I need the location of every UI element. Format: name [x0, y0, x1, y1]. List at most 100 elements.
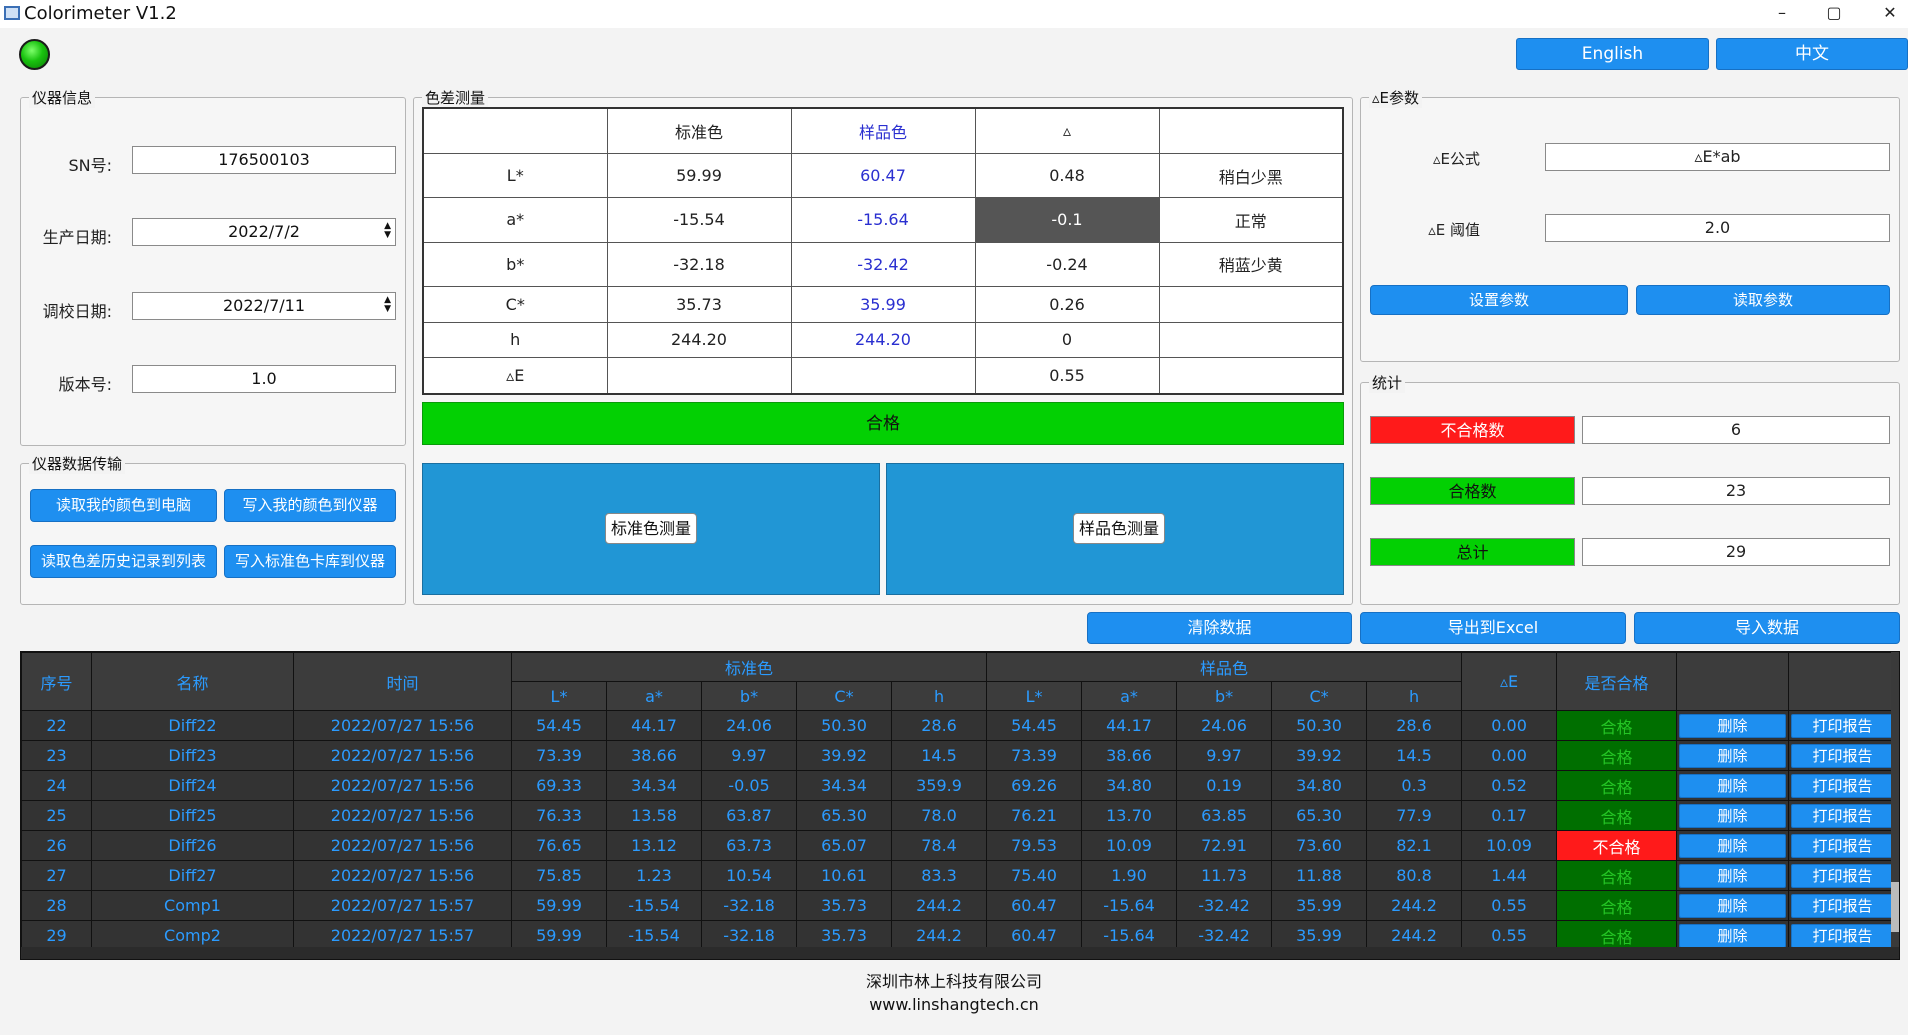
delta-value[interactable]: 0.48: [974, 152, 1160, 199]
table-cell: 244.2: [890, 890, 988, 921]
table-row[interactable]: 28 Comp1 2022/07/27 15:57 59.99 -15.54 -32.18…: [21, 890, 1898, 921]
table-row[interactable]: 25 Diff25 2022/07/27 15:56 76.33 13.58 63.87 6…: [21, 800, 1898, 831]
col-no[interactable]: 序号: [21, 652, 92, 711]
table-cell: 29: [21, 920, 92, 951]
de-threshold-field[interactable]: 2.0: [1545, 214, 1890, 242]
delta-value[interactable]: 0: [974, 321, 1160, 359]
delete-row-button[interactable]: 删除: [1679, 803, 1787, 828]
chinese-button[interactable]: 中文: [1716, 38, 1908, 70]
print-report-button[interactable]: 打印报告: [1791, 803, 1895, 828]
minimize-button[interactable]: –: [1762, 2, 1802, 24]
pass-status-cell: 合格: [1556, 890, 1678, 921]
col-smp-b[interactable]: b*: [1176, 681, 1273, 711]
table-row[interactable]: 24 Diff24 2022/07/27 15:56 69.33 34.34 -0.05 3…: [21, 770, 1898, 801]
read-colors-button[interactable]: 读取我的颜色到电脑: [30, 489, 217, 522]
calibration-date-field[interactable]: 2022/7/11 ▲ ▼: [132, 292, 396, 320]
history-grid[interactable]: 序号 名称 时间 标准色 样品色 ▵E 是否合格 L* a* b* C* h L…: [20, 651, 1900, 960]
delete-row-button[interactable]: 删除: [1679, 773, 1787, 798]
table-row[interactable]: 22 Diff22 2022/07/27 15:56 54.45 44.17 24.06 5…: [21, 710, 1898, 741]
sample-value: [790, 357, 976, 395]
date-spinner-icon[interactable]: ▲ ▼: [384, 222, 391, 240]
col-std-a[interactable]: a*: [606, 681, 702, 711]
sample-measure-button[interactable]: 样品色测量: [1073, 513, 1165, 544]
table-row[interactable]: 23 Diff23 2022/07/27 15:56 73.39 38.66 9.97 39…: [21, 740, 1898, 771]
de-formula-field[interactable]: ▵E*ab: [1545, 143, 1890, 171]
col-pass[interactable]: 是否合格: [1556, 652, 1678, 711]
delta-value-selected[interactable]: -0.1: [974, 197, 1160, 243]
close-button[interactable]: ✕: [1870, 2, 1908, 24]
clear-data-button[interactable]: 清除数据: [1087, 612, 1352, 644]
col-smp-c[interactable]: C*: [1271, 681, 1368, 711]
delta-value[interactable]: 0.26: [974, 286, 1160, 323]
total-count-value: 29: [1582, 538, 1890, 566]
company-website[interactable]: www.linshangtech.cn: [0, 995, 1908, 1014]
delete-row-button[interactable]: 删除: [1679, 863, 1787, 888]
col-std-l[interactable]: L*: [511, 681, 607, 711]
table-cell: 10.09: [1461, 830, 1558, 861]
english-button[interactable]: English: [1516, 38, 1709, 70]
write-colors-button[interactable]: 写入我的颜色到仪器: [224, 489, 396, 522]
table-row[interactable]: 27 Diff27 2022/07/27 15:56 75.85 1.23 10.54 10…: [21, 860, 1898, 891]
delete-row-button[interactable]: 删除: [1679, 833, 1787, 858]
instrument-info-legend: 仪器信息: [29, 87, 96, 108]
print-report-button[interactable]: 打印报告: [1791, 773, 1895, 798]
print-cell: 打印报告: [1788, 830, 1898, 861]
header-standard: 标准色: [606, 107, 792, 154]
standard-value: 35.73: [606, 286, 792, 323]
table-cell: 28.6: [890, 710, 988, 741]
col-std-c[interactable]: C*: [796, 681, 892, 711]
col-time[interactable]: 时间: [293, 652, 512, 711]
print-report-button[interactable]: 打印报告: [1791, 893, 1895, 918]
col-smp-h[interactable]: h: [1366, 681, 1463, 711]
sample-measure-panel[interactable]: 样品色测量: [886, 463, 1344, 595]
restore-button[interactable]: ▢: [1814, 2, 1854, 24]
pass-status-cell: 合格: [1556, 800, 1678, 831]
standard-measure-panel[interactable]: 标准色测量: [422, 463, 880, 595]
print-report-button[interactable]: 打印报告: [1791, 743, 1895, 768]
col-smp-a[interactable]: a*: [1081, 681, 1178, 711]
table-cell: 24: [21, 770, 92, 801]
read-history-button[interactable]: 读取色差历史记录到列表: [30, 545, 217, 578]
table-cell: 83.3: [890, 860, 988, 891]
sn-field[interactable]: 176500103: [132, 146, 396, 174]
table-cell: 38.66: [1081, 740, 1178, 771]
delete-row-button[interactable]: 删除: [1679, 893, 1787, 918]
print-report-button[interactable]: 打印报告: [1791, 923, 1895, 948]
production-date-field[interactable]: 2022/7/2 ▲ ▼: [132, 218, 396, 246]
table-cell: -0.05: [701, 770, 797, 801]
version-field[interactable]: 1.0: [132, 365, 396, 393]
measurement-table: 标准色 样品色 ▵ L* 59.99 60.47 0.48 稍白少黑 a* -1…: [422, 107, 1344, 395]
delta-value[interactable]: -0.24: [974, 241, 1160, 288]
table-cell: 75.85: [511, 860, 607, 891]
write-standard-library-button[interactable]: 写入标准色卡库到仪器: [224, 545, 396, 578]
import-data-button[interactable]: 导入数据: [1634, 612, 1900, 644]
table-cell: 75.40: [986, 860, 1083, 891]
table-cell: 28.6: [1366, 710, 1463, 741]
table-cell: 44.17: [606, 710, 702, 741]
col-name[interactable]: 名称: [91, 652, 294, 711]
export-excel-button[interactable]: 导出到Excel: [1360, 612, 1626, 644]
delete-row-button[interactable]: 删除: [1679, 923, 1787, 948]
table-cell: -15.54: [606, 890, 702, 921]
print-report-button[interactable]: 打印报告: [1791, 713, 1895, 738]
table-cell: 59.99: [511, 920, 607, 951]
delete-row-button[interactable]: 删除: [1679, 743, 1787, 768]
standard-measure-button[interactable]: 标准色测量: [605, 513, 697, 544]
col-smp-l[interactable]: L*: [986, 681, 1083, 711]
table-row[interactable]: 29 Comp2 2022/07/27 15:57 59.99 -15.54 -32.18…: [21, 920, 1898, 951]
print-report-button[interactable]: 打印报告: [1791, 833, 1895, 858]
scroll-thumb[interactable]: [1891, 882, 1899, 932]
vertical-scrollbar[interactable]: [1891, 652, 1899, 959]
col-de[interactable]: ▵E: [1461, 652, 1558, 711]
set-params-button[interactable]: 设置参数: [1370, 285, 1628, 315]
col-std-h[interactable]: h: [890, 681, 988, 711]
measurement-row: ▵E 0.55: [422, 357, 1344, 395]
delta-value[interactable]: 0.55: [974, 357, 1160, 395]
delete-row-button[interactable]: 删除: [1679, 713, 1787, 738]
table-row[interactable]: 26 Diff26 2022/07/27 15:56 76.65 13.12 63.73 6…: [21, 830, 1898, 861]
horizontal-scrollbar[interactable]: [21, 947, 1899, 959]
read-params-button[interactable]: 读取参数: [1636, 285, 1890, 315]
col-std-b[interactable]: b*: [701, 681, 797, 711]
date-spinner-icon[interactable]: ▲ ▼: [384, 296, 391, 314]
print-report-button[interactable]: 打印报告: [1791, 863, 1895, 888]
